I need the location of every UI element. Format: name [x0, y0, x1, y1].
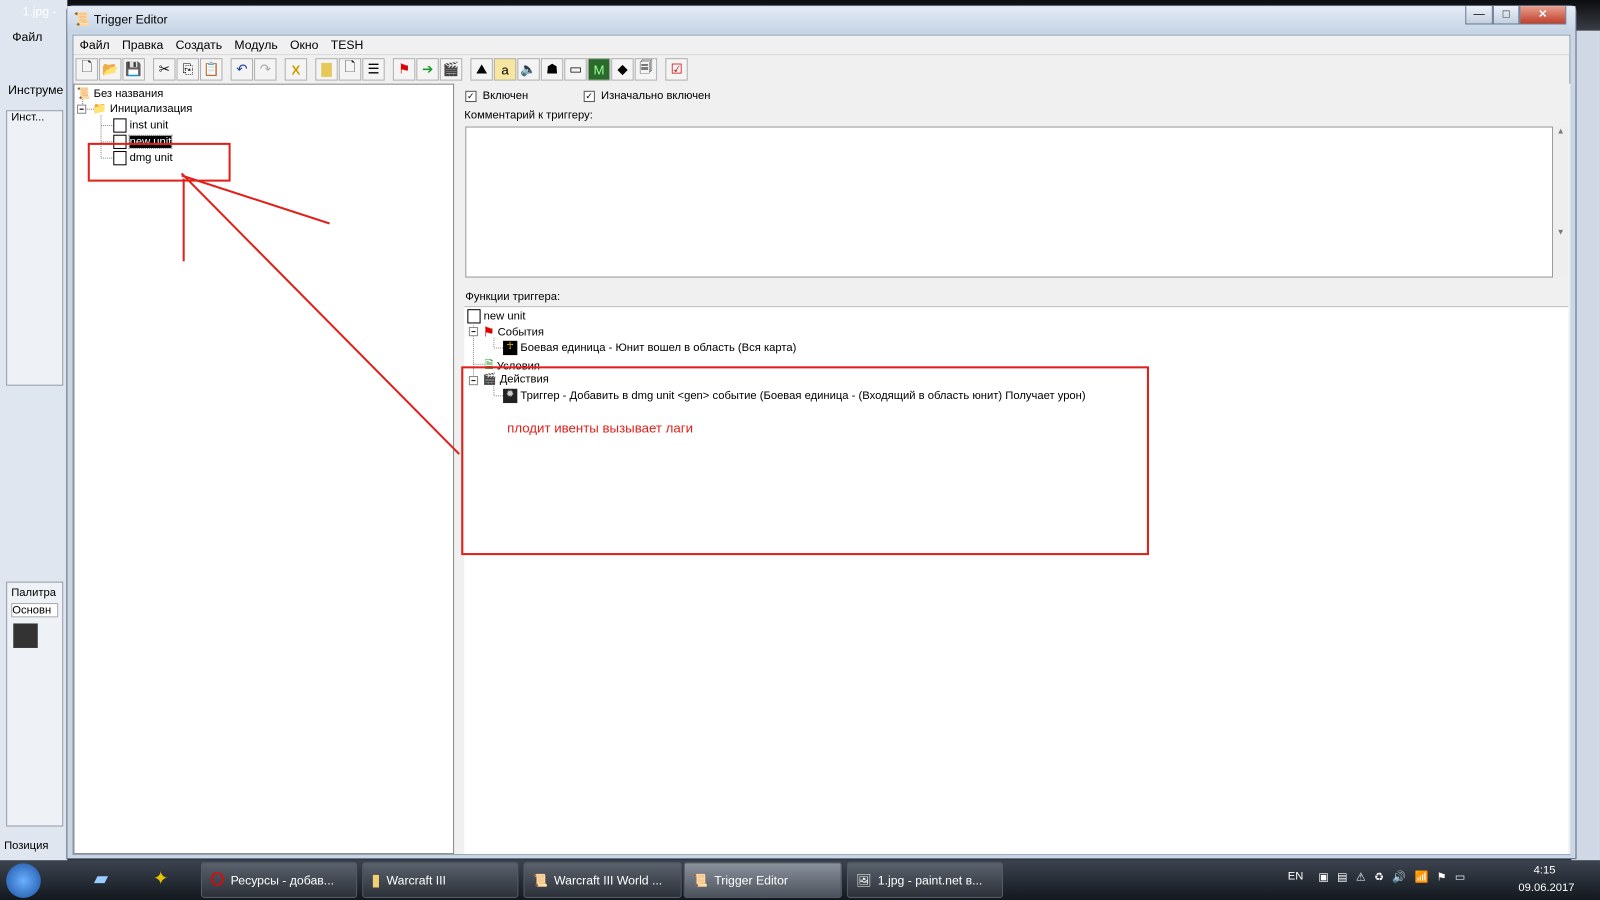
pinned-wc3-icon[interactable]: ✦ — [153, 868, 168, 889]
taskbar-label: Warcraft III — [386, 872, 446, 888]
pinned-app-icon[interactable]: ▰ — [94, 868, 108, 889]
taskbar-label: Trigger Editor — [714, 872, 788, 888]
taskbar-opera[interactable]: O Ресурсы - добав... — [201, 862, 358, 898]
arrow-head-line — [181, 174, 330, 225]
taskbar-world-editor[interactable]: 📜 Warcraft III World ... — [523, 862, 682, 898]
scroll-icon: 📜 — [692, 872, 709, 888]
scroll-icon: 📜 — [532, 872, 548, 888]
taskbar-label: 1.jpg - paint.net в... — [877, 872, 983, 888]
annotation-text: плодит ивенты вызывает лаги — [507, 420, 694, 436]
folder-icon: ▮ — [371, 871, 381, 890]
tray-icons[interactable]: ▣▤⚠♻🔊📶⚑▭ — [1318, 870, 1473, 883]
opera-icon: O — [210, 869, 225, 890]
taskbar-label: Warcraft III World ... — [554, 872, 663, 888]
paint-icon: 🖼 — [856, 872, 872, 888]
annotation-overlay — [87, 142, 1149, 556]
language-indicator[interactable]: EN — [1288, 870, 1304, 882]
clock-date[interactable]: 09.06.2017 — [1518, 882, 1574, 894]
clock-time[interactable]: 4:15 — [1534, 864, 1556, 876]
taskbar-paint[interactable]: 🖼 1.jpg - paint.net в... — [846, 862, 1004, 898]
arrow-line — [180, 172, 460, 455]
taskbar-folder[interactable]: ▮ Warcraft III — [362, 862, 519, 898]
highlight-box-actions — [461, 366, 1149, 556]
start-button[interactable] — [6, 863, 41, 898]
highlight-box-dmg-unit — [87, 142, 231, 182]
taskbar-trigger-editor[interactable]: 📜 Trigger Editor — [683, 862, 842, 898]
taskbar: ▰ ✦ O Ресурсы - добав... ▮ Warcraft III 📜 W… — [0, 860, 1600, 900]
taskbar-label: Ресурсы - добав... — [230, 872, 335, 888]
desktop: 1.jpg - Файл Инструме Инст... Палитра Ос… — [0, 0, 1600, 900]
